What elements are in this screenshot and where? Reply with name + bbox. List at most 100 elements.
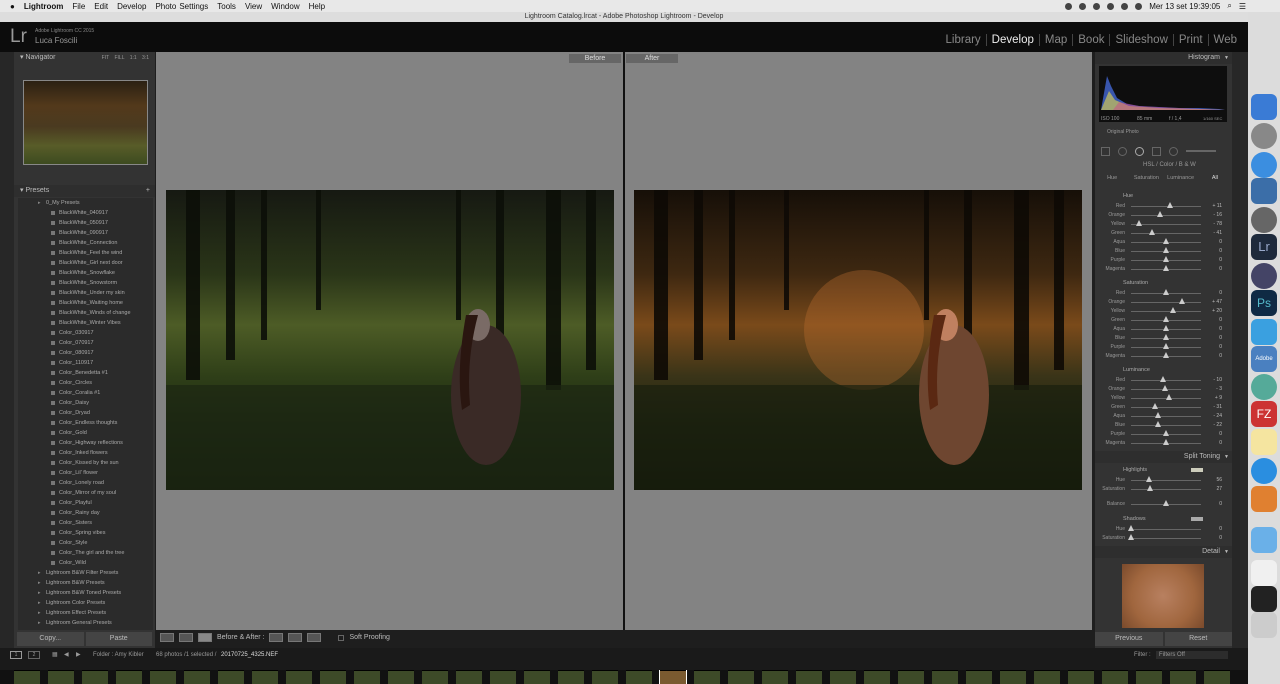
hue-green-row[interactable]: Green - 41 bbox=[1095, 229, 1232, 238]
slider-value[interactable]: 0 bbox=[1206, 326, 1222, 332]
slider-track[interactable] bbox=[1131, 380, 1201, 381]
menu-file[interactable]: File bbox=[72, 2, 85, 11]
filmstrip-thumbnail[interactable] bbox=[320, 670, 346, 684]
hue-blue-row[interactable]: Blue 0 bbox=[1095, 247, 1232, 256]
selected-filename[interactable]: 20170725_4325.NEF bbox=[221, 648, 278, 662]
slider-value[interactable]: 0 bbox=[1206, 248, 1222, 254]
preset-item[interactable]: Color_Inked flowers bbox=[18, 448, 153, 458]
preset-item[interactable]: BlackWhite_090917 bbox=[18, 228, 153, 238]
page-2-button[interactable]: 2 bbox=[28, 651, 40, 659]
slider-knob[interactable] bbox=[1170, 307, 1176, 313]
menu-develop[interactable]: Develop bbox=[117, 2, 146, 11]
saturation-orange-row[interactable]: Orange + 47 bbox=[1095, 298, 1232, 307]
tab-saturation[interactable]: Saturation bbox=[1129, 175, 1163, 186]
slider-value[interactable]: 0 bbox=[1206, 431, 1222, 437]
filmstrip-thumbnail[interactable] bbox=[286, 670, 312, 684]
slider-value[interactable]: + 47 bbox=[1206, 299, 1222, 305]
luminance-red-row[interactable]: Red - 10 bbox=[1095, 376, 1232, 385]
slider-value[interactable]: - 78 bbox=[1206, 221, 1222, 227]
filmstrip-thumbnail[interactable] bbox=[354, 670, 380, 684]
module-web[interactable]: Web bbox=[1207, 34, 1242, 46]
saturation-aqua-row[interactable]: Aqua 0 bbox=[1095, 325, 1232, 334]
filmstrip-thumbnail[interactable] bbox=[659, 670, 687, 684]
slider-value[interactable]: 0 bbox=[1206, 344, 1222, 350]
filmstrip-thumbnail[interactable] bbox=[762, 670, 788, 684]
copy-before-to-after-icon[interactable] bbox=[269, 633, 284, 642]
wifi-icon[interactable] bbox=[1107, 2, 1115, 10]
notes-icon[interactable] bbox=[1251, 429, 1277, 455]
preset-item[interactable]: Color_Benedetta #1 bbox=[18, 368, 153, 378]
previous-button[interactable]: Previous bbox=[1095, 632, 1163, 646]
preset-item[interactable]: BlackWhite_Under my skin bbox=[18, 288, 153, 298]
histogram-header[interactable]: Histogram bbox=[1095, 52, 1232, 64]
preset-item[interactable]: Color_Playful bbox=[18, 498, 153, 508]
slider-knob[interactable] bbox=[1163, 439, 1169, 445]
page-1-button[interactable]: 1 bbox=[10, 651, 22, 659]
status-icon[interactable] bbox=[1093, 2, 1101, 10]
menubar-clock[interactable]: Mer 13 set 19:39:05 bbox=[1149, 2, 1220, 11]
slider-value[interactable]: 0 bbox=[1206, 290, 1222, 296]
preset-item[interactable]: Color_Lil' flower bbox=[18, 468, 153, 478]
preset-item[interactable]: BlackWhite_Snowstorm bbox=[18, 278, 153, 288]
forward-arrow-icon[interactable]: ▶ bbox=[76, 648, 81, 662]
filmstrip-thumbnail[interactable] bbox=[456, 670, 482, 684]
preset-item[interactable]: Color_Wild bbox=[18, 558, 153, 568]
status-icon[interactable] bbox=[1065, 2, 1073, 10]
filmstrip-thumbnail[interactable] bbox=[728, 670, 754, 684]
preset-item[interactable]: BlackWhite_Waiting home bbox=[18, 298, 153, 308]
navigator-preview[interactable] bbox=[23, 80, 148, 165]
slider-value[interactable]: 0 bbox=[1206, 440, 1222, 446]
quicktime-icon[interactable] bbox=[1251, 263, 1277, 289]
highlight-swatch[interactable] bbox=[1191, 468, 1203, 472]
filmstrip-thumbnail[interactable] bbox=[150, 670, 176, 684]
left-panel-edge[interactable] bbox=[0, 52, 14, 648]
preset-item[interactable]: Color_The girl and the tree bbox=[18, 548, 153, 558]
hue-aqua-row[interactable]: Aqua 0 bbox=[1095, 238, 1232, 247]
filmstrip-thumbnail[interactable] bbox=[524, 670, 550, 684]
preset-item[interactable]: Color_Dryad bbox=[18, 408, 153, 418]
tab-luminance[interactable]: Luminance bbox=[1164, 175, 1198, 186]
trash-icon[interactable] bbox=[1251, 612, 1277, 638]
hue-purple-row[interactable]: Purple 0 bbox=[1095, 256, 1232, 265]
slider-value[interactable]: - 31 bbox=[1206, 404, 1222, 410]
slider-knob[interactable] bbox=[1148, 229, 1155, 235]
slider-value[interactable]: - 22 bbox=[1206, 422, 1222, 428]
preset-item[interactable]: Color_Daisy bbox=[18, 398, 153, 408]
before-photo[interactable] bbox=[166, 190, 614, 490]
adjustment-brush-icon[interactable] bbox=[1186, 150, 1216, 152]
filmstrip-thumbnail[interactable] bbox=[1136, 670, 1162, 684]
slider-knob[interactable] bbox=[1159, 376, 1166, 382]
preset-item[interactable]: Color_Endless thoughts bbox=[18, 418, 153, 428]
module-slideshow[interactable]: Slideshow bbox=[1109, 34, 1172, 46]
filmstrip-thumbnail[interactable] bbox=[830, 670, 856, 684]
luminance-green-row[interactable]: Green - 31 bbox=[1095, 403, 1232, 412]
slider-knob[interactable] bbox=[1163, 238, 1169, 244]
filmstrip-thumbnail[interactable] bbox=[1000, 670, 1026, 684]
filmstrip-thumbnail[interactable] bbox=[490, 670, 516, 684]
slider-knob[interactable] bbox=[1163, 316, 1169, 322]
module-library[interactable]: Library bbox=[941, 34, 986, 46]
graduated-filter-icon[interactable] bbox=[1152, 146, 1161, 156]
menu-settings[interactable]: Settings bbox=[179, 2, 208, 11]
tab-all[interactable]: All bbox=[1198, 175, 1232, 186]
copy-after-to-before-icon[interactable] bbox=[288, 633, 303, 642]
preset-folder[interactable]: Lightroom Effect Presets bbox=[18, 608, 153, 618]
preset-item[interactable]: BlackWhite_Winds of change bbox=[18, 308, 153, 318]
menu-window[interactable]: Window bbox=[271, 2, 299, 11]
icloud-icon[interactable] bbox=[1251, 319, 1277, 345]
slider-track[interactable] bbox=[1131, 407, 1201, 408]
photoshop-dock-icon[interactable]: Ps bbox=[1251, 290, 1277, 316]
reset-button[interactable]: Reset bbox=[1164, 632, 1232, 646]
preset-item[interactable]: Color_070917 bbox=[18, 338, 153, 348]
slider-value[interactable]: - 16 bbox=[1206, 212, 1222, 218]
soft-proofing-checkbox[interactable] bbox=[338, 634, 345, 641]
slider-value[interactable]: 0 bbox=[1206, 335, 1222, 341]
filmstrip-thumbnail[interactable] bbox=[1102, 670, 1128, 684]
right-panel-edge[interactable] bbox=[1232, 52, 1248, 648]
hue-orange-row[interactable]: Orange - 16 bbox=[1095, 211, 1232, 220]
filmstrip-thumbnail[interactable] bbox=[184, 670, 210, 684]
filmstrip-thumbnail[interactable] bbox=[1170, 670, 1196, 684]
preset-item[interactable]: Color_Kissed by the sun bbox=[18, 458, 153, 468]
slider-value[interactable]: - 3 bbox=[1206, 386, 1222, 392]
zoom-fit[interactable]: FIT bbox=[102, 55, 109, 61]
